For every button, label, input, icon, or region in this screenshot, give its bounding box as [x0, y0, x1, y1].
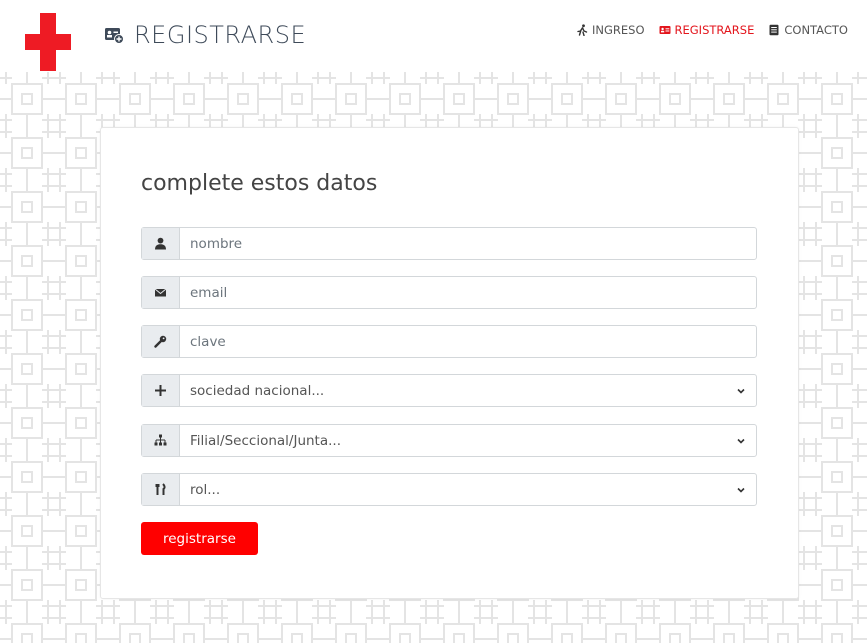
filial-addon — [142, 425, 180, 456]
plus-icon — [155, 385, 166, 396]
nombre-addon — [142, 228, 180, 259]
filial-field: Filial/Seccional/Junta... — [141, 424, 757, 457]
sitemap-icon — [154, 434, 167, 446]
tools-icon — [155, 483, 166, 495]
clave-field — [141, 325, 757, 358]
document-icon — [769, 24, 779, 36]
registration-card: complete estos datos nombre email socied… — [100, 127, 799, 599]
sociedad-field: sociedad nacional... — [141, 374, 757, 407]
page-title-text: REGISTRARSE — [134, 21, 307, 49]
user-icon — [155, 237, 166, 250]
header: REGISTRARSE INGRESO REGISTRARSE CONTACTO — [0, 0, 867, 72]
nav-item-contacto[interactable]: CONTACTO — [768, 23, 848, 37]
key-icon — [154, 335, 167, 348]
nav-item-registrarse[interactable]: REGISTRARSE — [659, 23, 755, 37]
rol-field: rol... — [141, 473, 757, 506]
nav-item-registrarse-label: REGISTRARSE — [674, 23, 755, 37]
form-heading: complete estos datos — [141, 171, 378, 196]
id-card-icon — [659, 26, 671, 34]
email-field — [141, 276, 757, 309]
sociedad-addon — [142, 375, 180, 406]
nav-item-contacto-label: CONTACTO — [784, 23, 848, 37]
chevron-down-icon — [737, 388, 745, 394]
rol-addon — [142, 474, 180, 505]
chevron-down-icon — [737, 487, 745, 493]
running-person-icon — [577, 24, 588, 36]
red-cross-logo[interactable] — [25, 13, 71, 71]
rol-select[interactable]: rol... — [180, 474, 756, 505]
page-title: REGISTRARSE — [104, 21, 306, 49]
chevron-down-icon — [737, 438, 745, 444]
top-nav: INGRESO REGISTRARSE CONTACTO — [576, 23, 848, 37]
nombre-field — [141, 227, 757, 260]
email-addon — [142, 277, 180, 308]
clave-addon — [142, 326, 180, 357]
registrarse-button[interactable]: registrarse — [141, 522, 258, 555]
nombre-input[interactable] — [180, 228, 756, 259]
sociedad-select[interactable]: sociedad nacional... — [180, 375, 756, 406]
filial-select[interactable]: Filial/Seccional/Junta... — [180, 425, 756, 456]
nav-item-ingreso[interactable]: INGRESO — [576, 23, 645, 37]
nav-item-ingreso-label: INGRESO — [592, 23, 645, 37]
id-card-plus-icon — [105, 28, 124, 44]
clave-input[interactable] — [180, 326, 756, 357]
email-input[interactable] — [180, 277, 756, 308]
envelope-icon — [154, 288, 167, 297]
